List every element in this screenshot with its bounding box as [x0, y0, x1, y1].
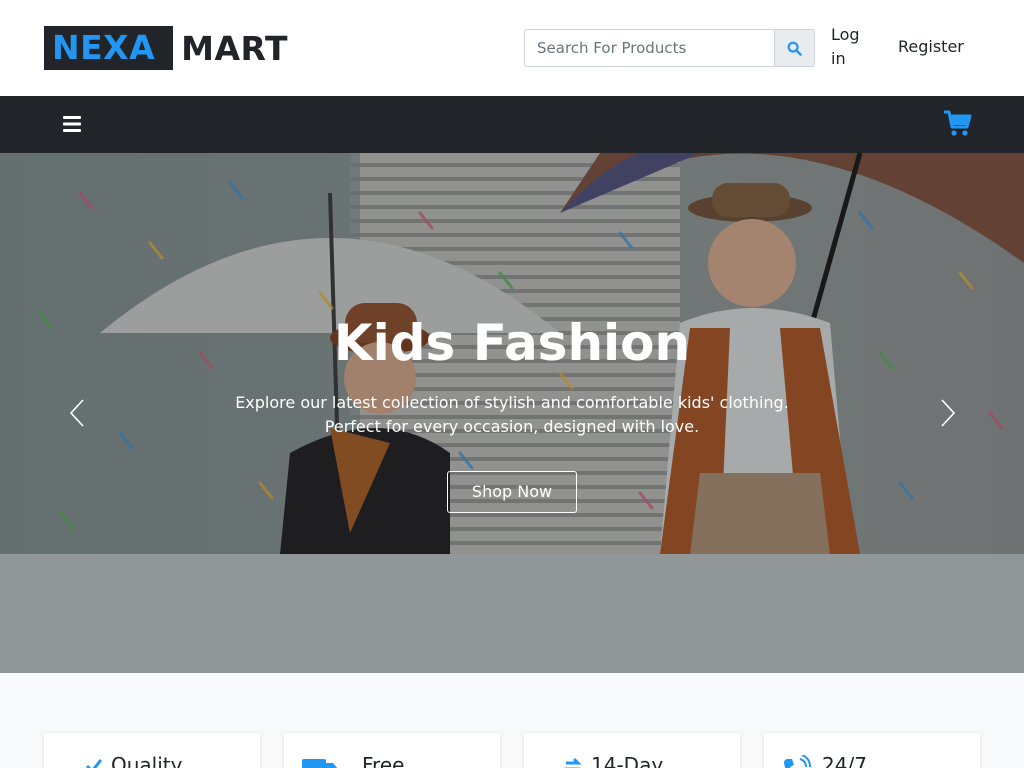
- logo-suffix: MART: [181, 28, 288, 68]
- register-link[interactable]: Register: [898, 35, 964, 59]
- hero-lower-band: [0, 554, 1024, 673]
- carousel-next-button[interactable]: [937, 398, 957, 428]
- shop-now-button[interactable]: Shop Now: [447, 471, 577, 513]
- feature-label: 24/7: [822, 753, 867, 768]
- site-header: NEXA MART Log in Register: [0, 0, 1024, 96]
- feature-label: Quality: [111, 753, 183, 768]
- feature-label: Free: [362, 753, 405, 768]
- exchange-icon: [564, 757, 582, 768]
- chevron-right-icon: [941, 399, 956, 427]
- cart-button[interactable]: [942, 108, 972, 138]
- hero-subtitle: Explore our latest collection of stylish…: [235, 393, 789, 436]
- feature-card-free: Free: [284, 733, 500, 768]
- main-navbar: [0, 96, 1024, 153]
- search-icon: [787, 41, 802, 56]
- hero-carousel: Kids Fashion Explore our latest collecti…: [0, 153, 1024, 554]
- logo-prefix: NEXA: [44, 26, 174, 70]
- hamburger-icon: [63, 116, 81, 132]
- search-bar: [524, 29, 815, 67]
- phone-volume-icon: [784, 755, 811, 768]
- chevron-left-icon: [69, 399, 84, 427]
- features-section: Quality Free 14-Day 24/7: [0, 673, 1024, 768]
- check-icon: [85, 759, 103, 768]
- search-input[interactable]: [524, 29, 774, 67]
- carousel-prev-button[interactable]: [68, 398, 88, 428]
- login-link[interactable]: Log in: [831, 23, 871, 71]
- truck-icon: [302, 759, 338, 768]
- search-button[interactable]: [774, 29, 815, 67]
- feature-label: 14-Day: [591, 753, 664, 768]
- feature-card-14-day: 14-Day: [524, 733, 740, 768]
- site-logo[interactable]: NEXA MART: [44, 26, 288, 70]
- cart-icon: [944, 110, 972, 136]
- feature-card-quality: Quality: [44, 733, 260, 768]
- hero-title: Kids Fashion: [333, 314, 691, 372]
- menu-toggle-button[interactable]: [60, 113, 84, 135]
- feature-card-support: 24/7: [764, 733, 980, 768]
